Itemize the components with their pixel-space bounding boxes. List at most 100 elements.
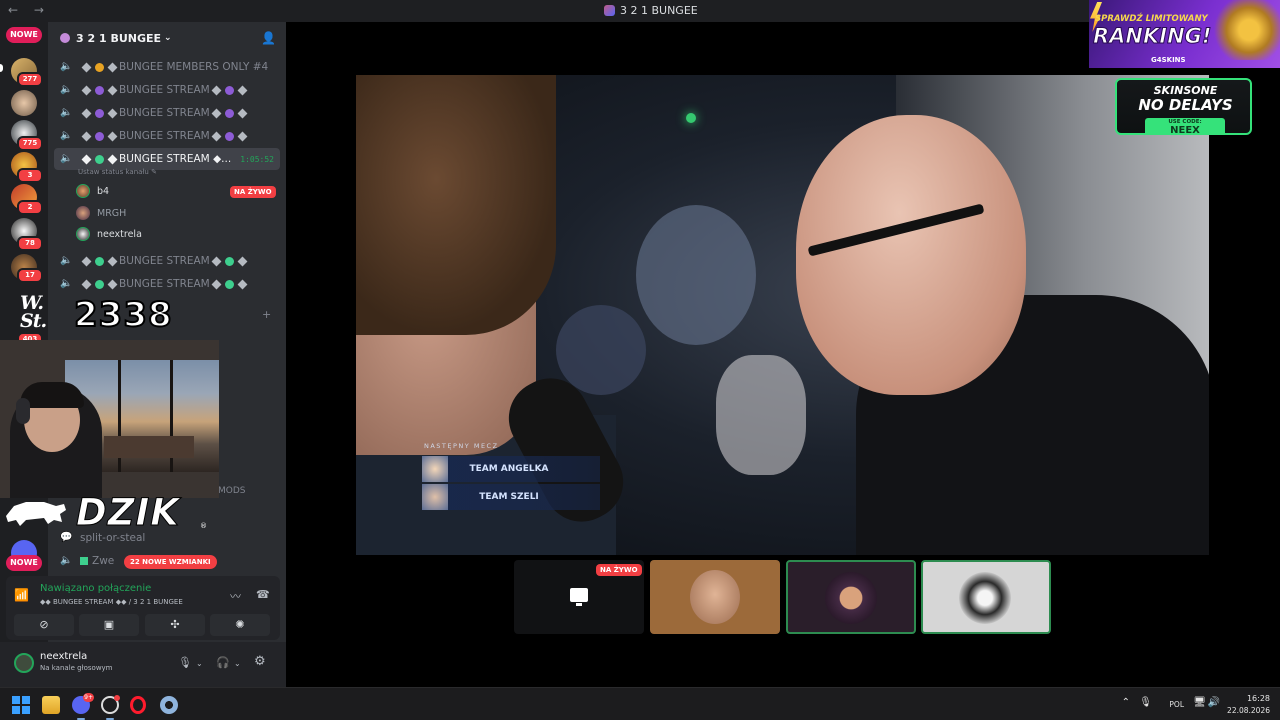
signal-icon[interactable]: 📶 — [14, 588, 29, 602]
team-row: TEAM SZELI — [422, 484, 600, 510]
volume-icon[interactable]: 🔊 — [1208, 697, 1220, 708]
diamond-icon — [81, 108, 92, 118]
server-header[interactable]: 3 2 1 BUNGEE ⌄ 👤 — [48, 22, 286, 54]
orb-icon — [95, 279, 104, 289]
host-head — [796, 115, 1026, 395]
clock-time[interactable]: 16:28 — [1220, 694, 1270, 703]
input-language[interactable]: POL — [1169, 700, 1184, 709]
server-icon-2[interactable] — [11, 90, 37, 116]
speaker-icon: 🔈 — [60, 255, 73, 266]
team-name: TEAM ANGELKA — [469, 464, 549, 474]
table — [104, 436, 194, 458]
voice-channel-stream-3[interactable]: 🔈 BUNGEE STREAM — [54, 126, 280, 146]
speaker-icon: 🔈 — [60, 555, 73, 566]
orb-icon — [224, 85, 234, 95]
windows-start-icon[interactable] — [12, 696, 30, 714]
voice-user-mrgh[interactable]: MRGH — [76, 203, 126, 223]
recording-app-icon[interactable] — [101, 695, 120, 714]
file-explorer-icon[interactable] — [42, 696, 60, 714]
disconnect-icon[interactable]: ☎ — [256, 588, 270, 601]
discord-taskbar-icon[interactable]: 9+ — [72, 693, 94, 714]
tray-overflow-chevron-icon[interactable]: ⌃ — [1122, 697, 1130, 708]
channel-status-hint[interactable]: Ustaw status kanału ✎ — [78, 168, 157, 176]
participant-tile-screenshare[interactable]: NA ŻYWO — [514, 560, 644, 634]
diamond-icon — [81, 62, 92, 72]
promo-code-box: USE CODE: NEEX — [1145, 118, 1225, 133]
stream-video[interactable]: NASTĘPNY MECZ TEAM ANGELKA TEAM SZELI — [356, 75, 1209, 555]
avatar — [76, 206, 90, 220]
camera-button[interactable]: ⊘ — [14, 614, 74, 636]
monitor-icon — [570, 588, 588, 606]
speaker-icon: 🔈 — [60, 153, 73, 164]
channel-name: BUNGEE STREAM — [119, 84, 210, 96]
square-icon — [80, 557, 88, 565]
new-messages-pill-top[interactable]: NOWE — [6, 27, 42, 43]
microphone-icon[interactable]: 🎙 — [178, 656, 192, 669]
voice-user-b4[interactable]: b4 — [76, 181, 109, 201]
add-user-icon[interactable]: 👤 — [261, 31, 276, 45]
activities-button[interactable]: ✣ — [145, 614, 205, 636]
add-channel-icon[interactable]: + — [262, 308, 271, 321]
diamond-icon — [237, 256, 248, 266]
voice-user-neextrela[interactable]: neextrela — [76, 224, 142, 244]
team-avatar — [422, 484, 448, 510]
channel-name: BUNGEE STREAM — [119, 278, 210, 290]
opera-browser-icon[interactable] — [130, 696, 146, 714]
voice-channel-path[interactable]: ◆◆ BUNGEE STREAM ◆◆ / 3 2 1 BUNGEE — [40, 598, 183, 606]
settings-gear-icon[interactable]: ⚙ — [254, 654, 266, 669]
headphones-icon[interactable]: 🎧 — [216, 656, 230, 669]
ad-headline: NO DELAYS — [1138, 96, 1233, 114]
voice-channel-active[interactable]: 🔈 BUNGEE STREAM ◆... 1:05:52 — [54, 148, 280, 170]
team-row: TEAM ANGELKA — [422, 456, 600, 482]
category-mods-label[interactable]: MODS — [218, 486, 246, 496]
ad-headline: RANKING! — [1092, 24, 1212, 49]
participant-tile-neextrela[interactable] — [921, 560, 1051, 634]
diamond-icon — [211, 256, 222, 266]
network-icon[interactable]: 🖥 — [1193, 697, 1206, 708]
speaker-icon: 🔈 — [60, 61, 73, 72]
voice-timer: 1:05:52 — [240, 154, 274, 164]
avatar — [76, 227, 90, 241]
voice-channel-stream-5[interactable]: 🔈 BUNGEE STREAM — [54, 274, 280, 294]
audio-options-chevron-icon[interactable]: ⌄ — [234, 659, 241, 668]
voice-channel-stream-4[interactable]: 🔈 BUNGEE STREAM — [54, 251, 280, 271]
history-nav[interactable]: ← → — [8, 3, 50, 17]
speaker-icon: 🔈 — [60, 130, 73, 141]
guest-hair — [356, 75, 556, 335]
user-panel: neextrela Na kanale głosowym 🎙 ⌄ 🎧 ⌄ ⚙ — [0, 642, 286, 687]
new-messages-pill-bottom[interactable]: NOWE — [6, 555, 42, 571]
voice-channel-stream-2[interactable]: 🔈 BUNGEE STREAM — [54, 103, 280, 123]
diamond-icon — [211, 108, 222, 118]
diamond-icon — [81, 85, 92, 95]
server-badge-3: 3 — [17, 168, 43, 183]
diamond-icon — [81, 131, 92, 141]
voice-status[interactable]: Nawiązano połączenie — [40, 583, 151, 594]
orb-icon — [95, 108, 104, 118]
user-avatar[interactable] — [14, 653, 34, 673]
soundboard-button[interactable]: ✺ — [210, 614, 270, 636]
new-mentions-pill[interactable]: 22 NOWE WZMIANKI — [124, 555, 217, 569]
orb-icon — [224, 256, 234, 266]
skinsone-ad: SKINSONE NO DELAYS USE CODE: NEEX — [1115, 78, 1252, 135]
screen-share-button[interactable]: ▣ — [79, 614, 139, 636]
crown-icon — [95, 62, 104, 72]
window-title-text: 3 2 1 BUNGEE — [620, 4, 698, 17]
settings-taskbar-icon[interactable] — [160, 696, 178, 714]
participant-tile-mrgh[interactable] — [786, 560, 916, 634]
voice-user-name: MRGH — [97, 207, 127, 219]
orb-icon — [95, 85, 104, 95]
live-badge: NA ŻYWO — [230, 186, 276, 198]
user-name[interactable]: neextrela — [40, 651, 87, 662]
speaker-icon: 🔈 — [60, 278, 73, 289]
diamond-icon — [107, 256, 118, 266]
voice-channel-members[interactable]: 🔈 BUNGEE MEMBERS ONLY #4 — [54, 57, 280, 77]
diamond-icon — [81, 154, 92, 164]
streamer-webcam — [0, 340, 219, 498]
studio-light — [686, 113, 696, 123]
noise-suppression-icon[interactable]: 〰 — [230, 588, 241, 604]
clock-date[interactable]: 22.08.2026 — [1220, 706, 1270, 715]
mic-options-chevron-icon[interactable]: ⌄ — [196, 659, 203, 668]
microphone-tray-icon[interactable]: 🎙 — [1139, 697, 1152, 708]
voice-channel-stream-1[interactable]: 🔈 BUNGEE STREAM — [54, 80, 280, 100]
participant-tile-camera[interactable] — [650, 560, 780, 634]
